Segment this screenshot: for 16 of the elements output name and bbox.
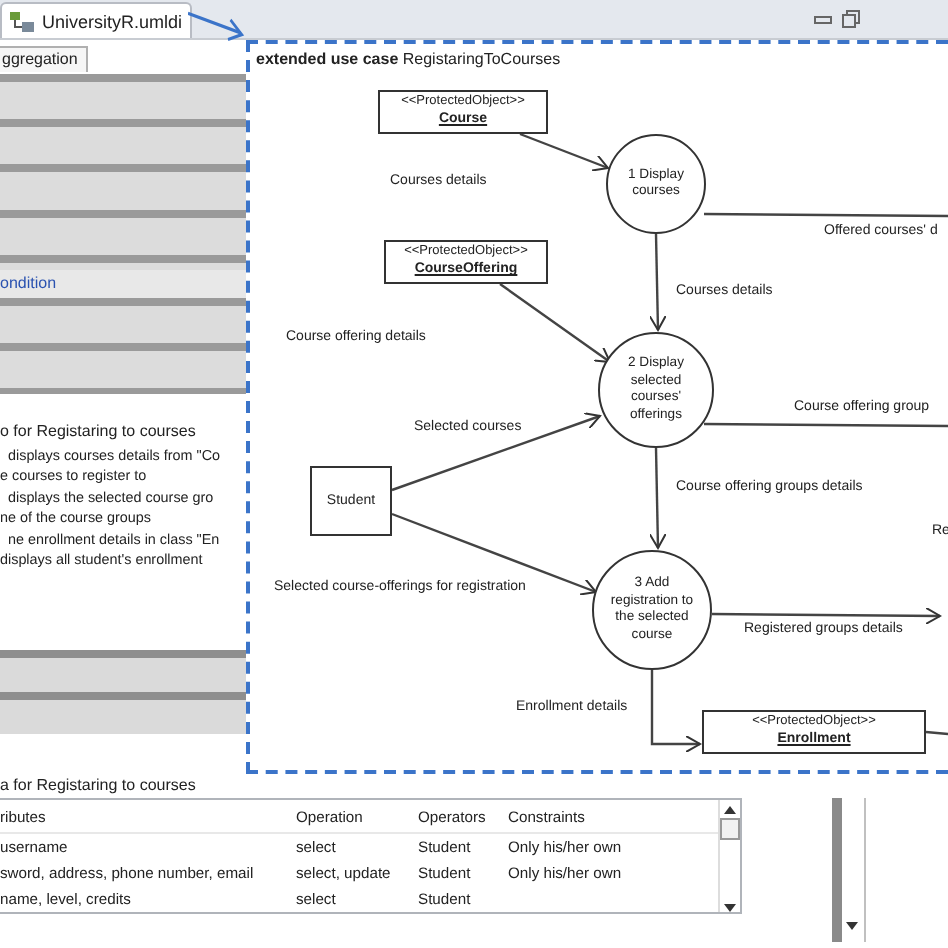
aggregation-tab[interactable]: ggregation bbox=[0, 46, 88, 72]
condition-link[interactable]: ondition bbox=[0, 270, 246, 298]
panel-scrollbar[interactable] bbox=[832, 798, 866, 942]
scroll-down-icon[interactable] bbox=[724, 904, 736, 912]
scroll-up-icon[interactable] bbox=[724, 806, 736, 814]
editor-tab[interactable]: UniversityR.umldi bbox=[0, 2, 193, 38]
scroll-down-icon[interactable] bbox=[846, 922, 858, 930]
table-title: a for Registaring to courses bbox=[0, 776, 198, 798]
section-title: o for Registaring to courses bbox=[0, 422, 198, 440]
pointer-arrow bbox=[188, 10, 248, 46]
diagram-title: extended use case RegistaringToCourses bbox=[256, 50, 561, 68]
table-scrollbar[interactable] bbox=[718, 800, 740, 912]
scroll-thumb[interactable] bbox=[720, 818, 740, 840]
diagram-file-icon bbox=[8, 9, 36, 33]
restore-icon[interactable] bbox=[842, 10, 860, 28]
minimize-icon[interactable] bbox=[814, 13, 832, 25]
